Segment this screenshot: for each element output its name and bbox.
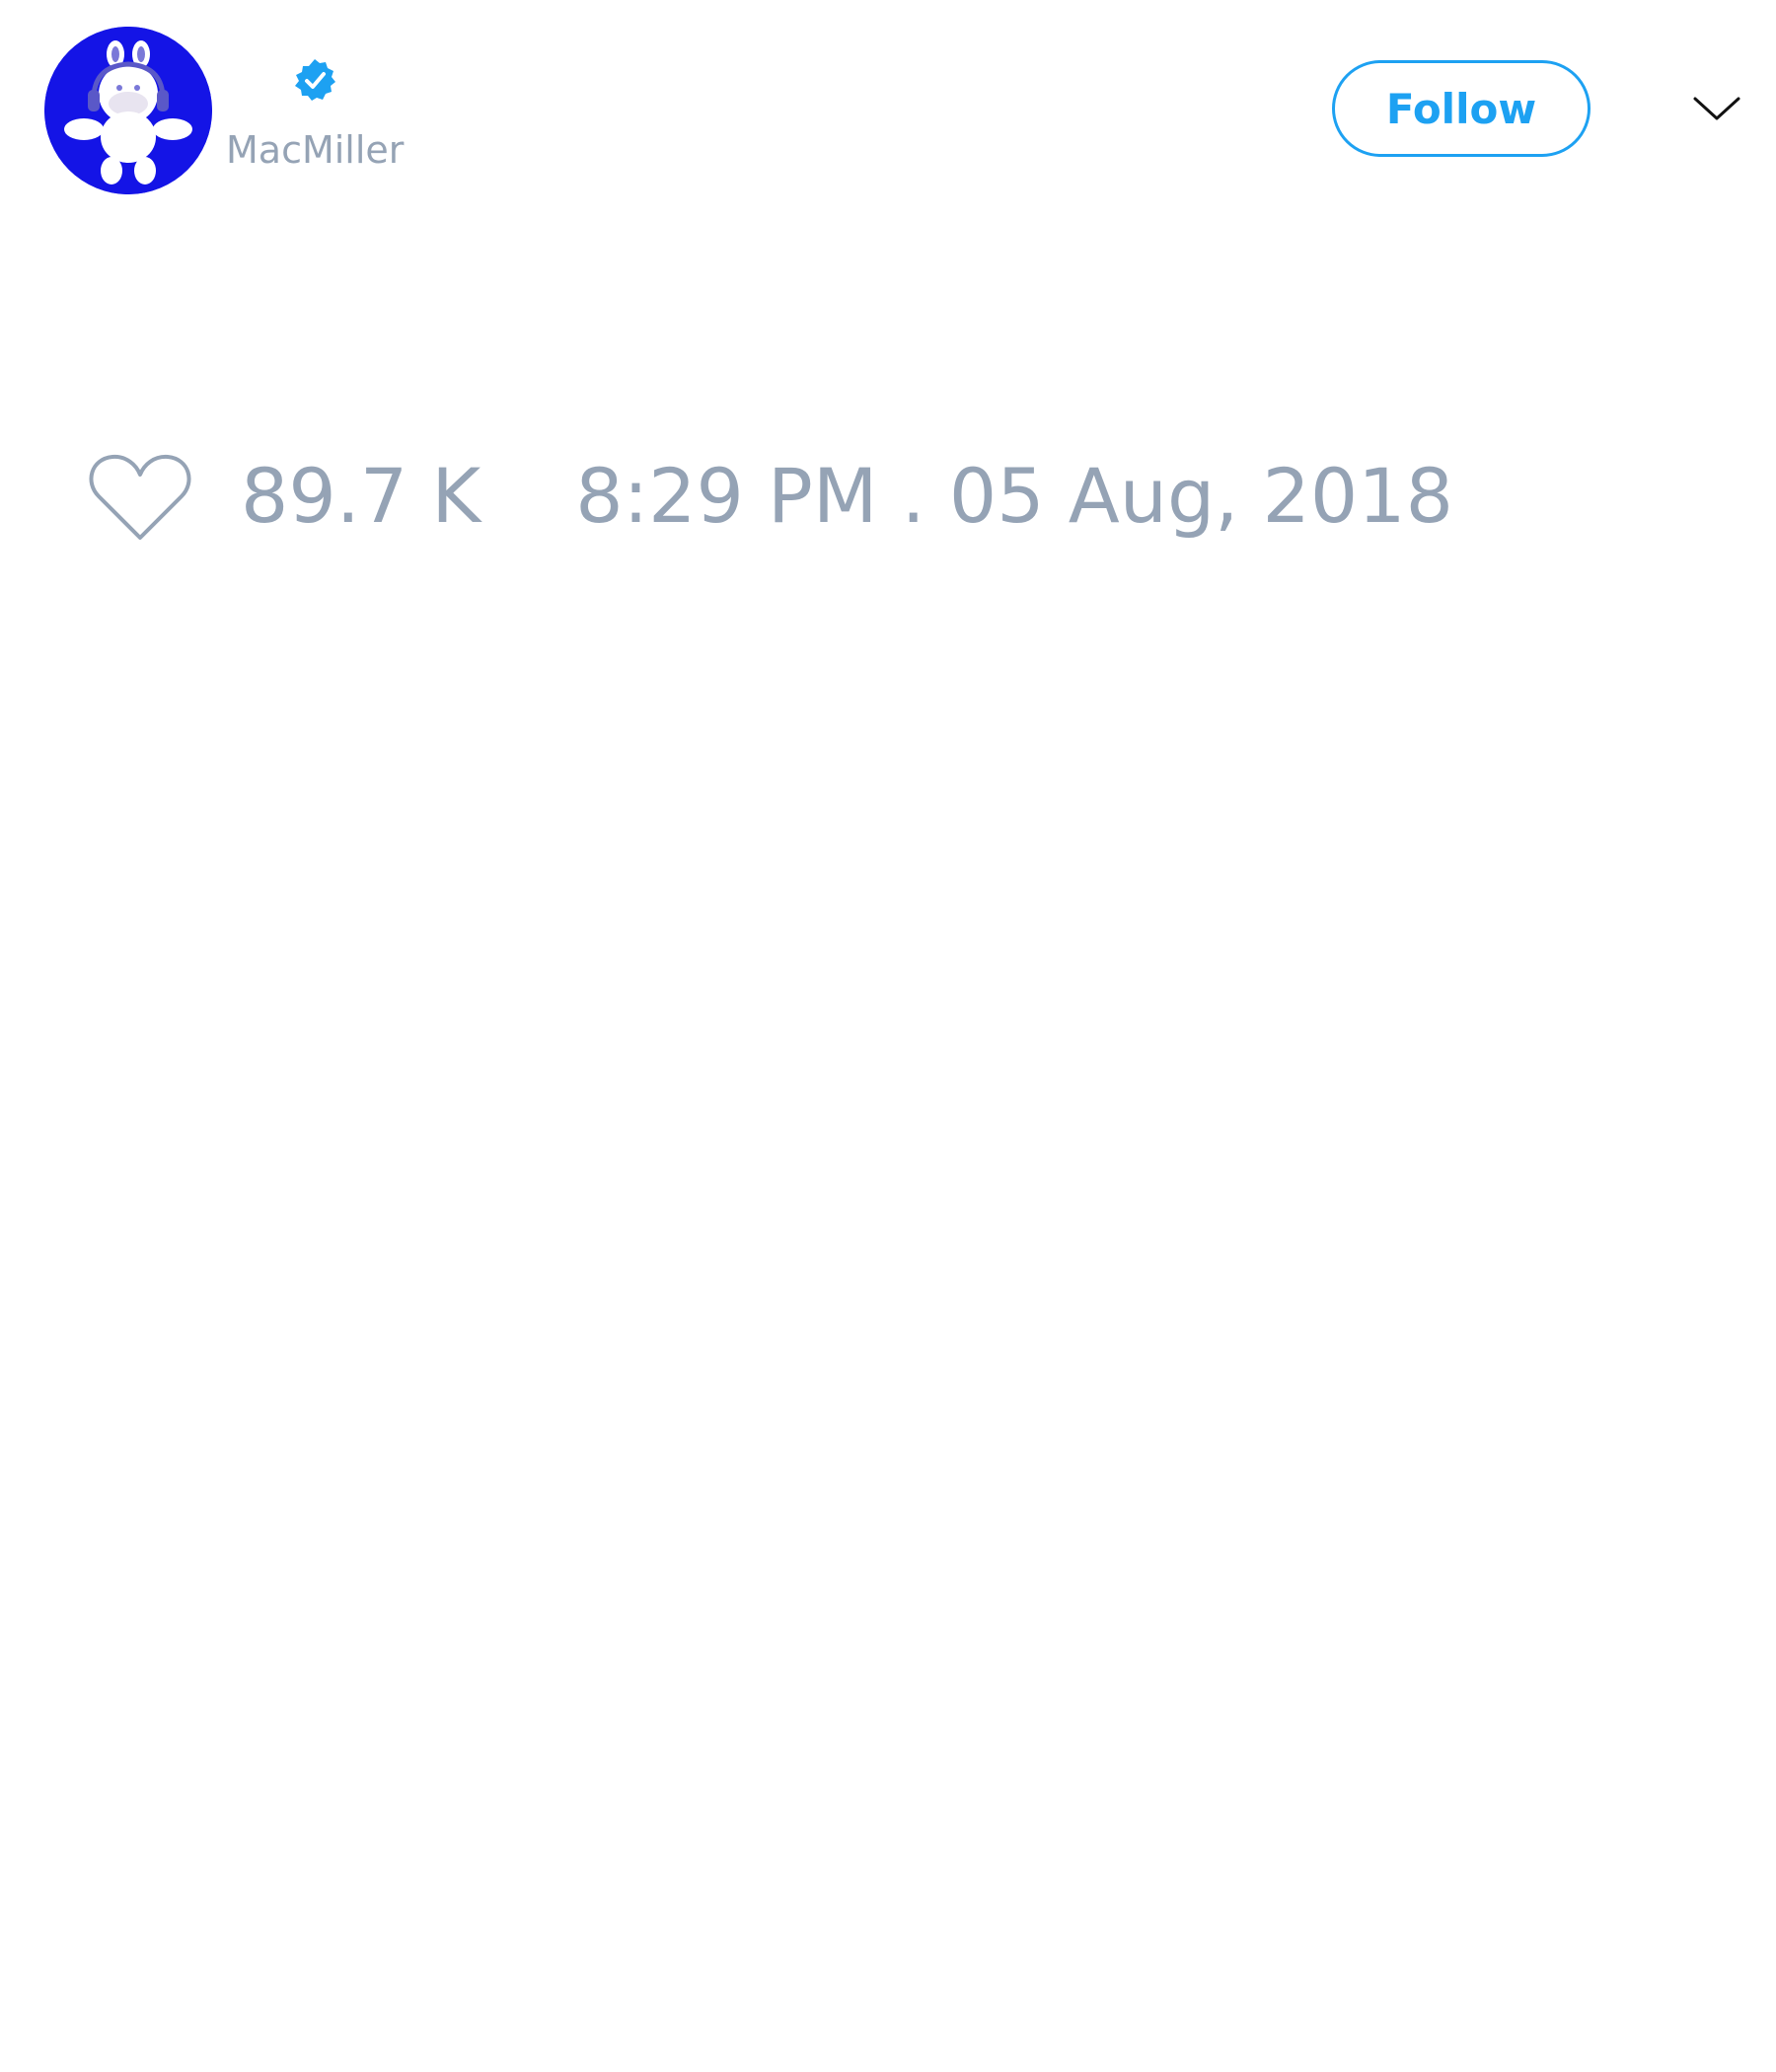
verified-badge-icon — [292, 57, 337, 103]
heart-icon[interactable] — [87, 447, 193, 546]
tweet-meta-row: 89.7 K 8:29 PM . 05 Aug, 2018 — [87, 442, 1453, 551]
likes-count: 89.7 K — [241, 452, 481, 540]
avatar[interactable] — [44, 27, 212, 194]
chevron-down-icon[interactable] — [1691, 89, 1742, 128]
follow-button[interactable]: Follow — [1332, 60, 1591, 157]
avatar-image — [44, 27, 212, 194]
tweet-timestamp[interactable]: 8:29 PM . 05 Aug, 2018 — [575, 447, 1453, 546]
tweet-card: MacMiller Follow 89.7 K 8:29 PM . 05 Aug… — [0, 0, 1776, 2072]
author-handle[interactable]: MacMiller — [226, 126, 404, 174]
